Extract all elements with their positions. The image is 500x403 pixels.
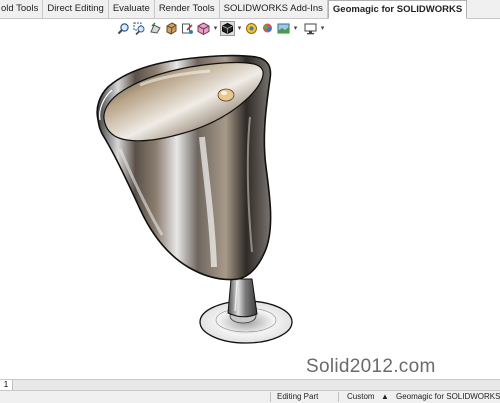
hide-show-items-icon[interactable] xyxy=(244,21,259,36)
view-settings-icon[interactable] xyxy=(303,21,318,36)
status-separator xyxy=(338,392,339,402)
status-bar: Editing Part Custom ▲ Geomagic for SOLID… xyxy=(0,390,500,403)
status-separator xyxy=(270,392,271,402)
view-orientation-dropdown-icon[interactable]: ▾ xyxy=(212,24,219,32)
zoom-to-fit-icon[interactable] xyxy=(116,21,131,36)
view-orientation-icon[interactable] xyxy=(196,21,211,36)
model-tab[interactable]: 1 xyxy=(0,380,13,390)
editing-status: Editing Part xyxy=(277,392,319,401)
watermark-text: Solid2012.com xyxy=(306,356,436,377)
ribbon-tab-strip: old Tools Direct Editing Evaluate Render… xyxy=(0,0,500,19)
apply-scene-dropdown-icon[interactable]: ▾ xyxy=(292,24,299,32)
tab-mold-tools[interactable]: old Tools xyxy=(0,0,44,18)
apply-scene-icon[interactable] xyxy=(276,21,291,36)
model-tab-strip: 1 xyxy=(0,379,500,390)
tab-direct-editing[interactable]: Direct Editing xyxy=(43,0,109,18)
wine-glass-model[interactable] xyxy=(0,37,500,379)
section-view-icon[interactable] xyxy=(164,21,179,36)
units-arrow-icon[interactable]: ▲ xyxy=(381,391,389,403)
tab-solidworks-add-ins[interactable]: SOLIDWORKS Add-Ins xyxy=(220,0,328,18)
display-style-icon[interactable] xyxy=(220,20,235,36)
tab-geomagic-for-solidworks[interactable]: Geomagic for SOLIDWORKS xyxy=(327,0,468,19)
dynamic-annotation-view-icon[interactable] xyxy=(180,21,195,36)
previous-view-icon[interactable] xyxy=(148,21,163,36)
graphics-area[interactable] xyxy=(0,37,500,379)
zoom-to-area-icon[interactable] xyxy=(132,21,147,36)
edit-appearance-icon[interactable] xyxy=(260,21,275,36)
tab-render-tools[interactable]: Render Tools xyxy=(155,0,220,18)
tab-evaluate[interactable]: Evaluate xyxy=(109,0,155,18)
heads-up-view-toolbar: ▾ ▾ ▾ ▾ xyxy=(116,20,326,36)
units-label[interactable]: Custom xyxy=(347,391,375,403)
addin-status: Geomagic for SOLIDWORKS - [E xyxy=(396,392,500,401)
display-style-dropdown-icon[interactable]: ▾ xyxy=(236,24,243,32)
view-settings-dropdown-icon[interactable]: ▾ xyxy=(319,24,326,32)
